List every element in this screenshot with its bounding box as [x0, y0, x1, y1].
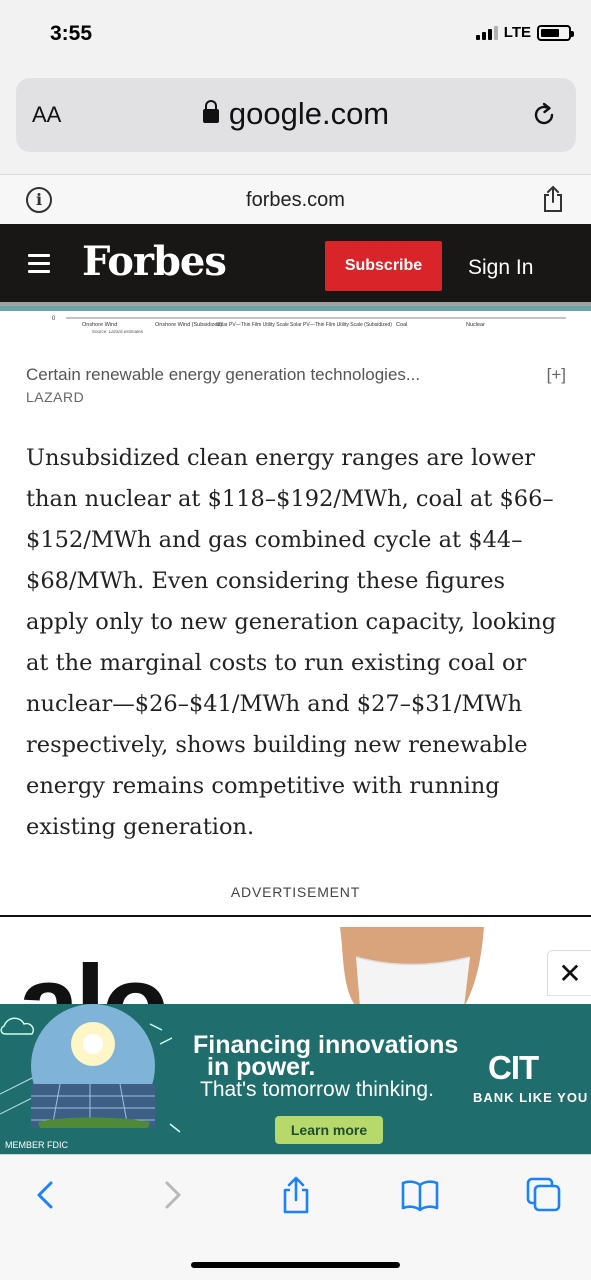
share-icon[interactable]: [541, 185, 565, 213]
network-label: LTE: [503, 24, 531, 41]
url-display[interactable]: google.com: [16, 96, 576, 132]
caption-expand-button[interactable]: [+]: [547, 365, 566, 385]
site-domain: forbes.com: [246, 189, 345, 211]
chart-label-solar-pv-subsidized: Solar PV—Thin Film Utility Scale (Subsid…: [290, 322, 392, 328]
forbes-header: Forbes Subscribe Sign In: [0, 224, 591, 306]
ad-banner[interactable]: Financing innovations in power. That's t…: [0, 1004, 591, 1154]
battery-icon: [537, 24, 574, 41]
chart-source: Source: Lazard estimates: [92, 329, 144, 334]
ad-subline: That's tomorrow thinking.: [200, 1078, 434, 1101]
share-icon[interactable]: [276, 1175, 316, 1215]
chart-image-fragment: 0 Onshore Wind Onshore Wind (Subsidized)…: [0, 306, 591, 334]
cit-tagline: BANK LIKE YOU: [473, 1090, 589, 1105]
lock-icon: [202, 100, 219, 123]
sign-in-link[interactable]: Sign In: [468, 256, 533, 280]
site-info-bar: i forbes.com: [0, 174, 591, 224]
fdic-label: MEMBER FDIC: [5, 1140, 68, 1150]
close-ad-button[interactable]: ✕: [547, 950, 591, 996]
article-paragraph: Unsubsidized clean energy ranges are low…: [26, 445, 557, 840]
learn-more-button[interactable]: Learn more: [275, 1116, 383, 1144]
chart-label-onshore-wind-subsidized: Onshore Wind (Subsidized): [155, 322, 222, 328]
reload-icon[interactable]: [530, 100, 558, 128]
status-time: 3:55: [50, 22, 93, 45]
home-indicator[interactable]: [191, 1262, 400, 1268]
image-credit: LAZARD: [26, 389, 85, 405]
chart-label-onshore-wind: Onshore Wind: [82, 322, 117, 328]
tabs-icon[interactable]: [524, 1175, 564, 1215]
ad-solar-illustration: [0, 1004, 181, 1133]
menu-icon[interactable]: [28, 254, 50, 278]
address-bar[interactable]: AA google.com: [16, 78, 576, 152]
forbes-logo[interactable]: Forbes: [82, 238, 227, 285]
image-caption: Certain renewable energy generation tech…: [26, 365, 566, 405]
ad-model-image: [340, 927, 484, 1005]
ad-display[interactable]: alo: [0, 915, 591, 1005]
ad-brand-fragment: alo: [18, 943, 169, 1005]
bookmarks-icon[interactable]: [400, 1175, 440, 1215]
cit-logo: CIT: [488, 1049, 539, 1086]
caption-text: Certain renewable energy generation tech…: [26, 365, 421, 384]
url-domain: google.com: [228, 96, 390, 131]
browser-address-area: AA google.com: [0, 70, 591, 174]
signal-icon: [475, 25, 498, 40]
chart-label-solar-pv: Solar PV—Thin Film Utility Scale: [216, 322, 289, 328]
status-bar: 3:55 LTE: [0, 0, 591, 70]
advertisement-label: ADVERTISEMENT: [230, 884, 361, 900]
subscribe-button[interactable]: Subscribe: [325, 241, 442, 291]
ad-headline-line2: in power.: [207, 1053, 316, 1081]
forward-icon[interactable]: [152, 1175, 192, 1215]
chart-top-band: [0, 306, 591, 311]
chart-label-coal: Coal: [396, 322, 407, 328]
back-icon[interactable]: [26, 1175, 66, 1215]
chart-zero-label: 0: [52, 316, 56, 322]
status-indicators: LTE: [475, 24, 574, 41]
ad-headline: Financing innovations in power.: [193, 1033, 458, 1081]
chart-label-nuclear: Nuclear: [466, 322, 485, 328]
